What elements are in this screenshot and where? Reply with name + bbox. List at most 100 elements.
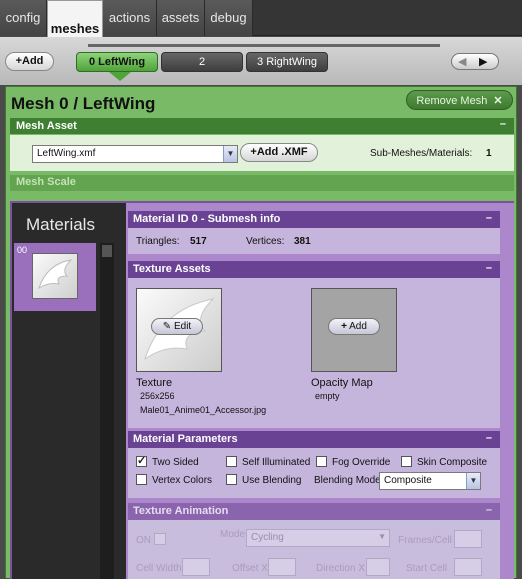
texture-animation-section: ON Mode Cycling ▼ Frames/Cell Cell Width… [128, 520, 500, 579]
texture-animation-header[interactable]: Texture Animation – [128, 503, 500, 520]
mesh-tab-0[interactable]: 0 LeftWing [76, 52, 158, 72]
two-sided-checkbox[interactable]: ✓ [136, 455, 147, 467]
opacity-map-slot[interactable]: + Add [311, 288, 397, 372]
add-mesh-label: Add [22, 55, 44, 67]
mesh-tab-nav: ◀ ▶ [451, 53, 499, 70]
check-icon: ✓ [137, 455, 147, 467]
mesh-file-select[interactable]: LeftWing.xmf ▼ [32, 145, 238, 163]
collapse-icon[interactable]: – [500, 118, 506, 130]
texture-animation-title: Texture Animation [133, 505, 229, 517]
material-index: 00 [17, 245, 28, 255]
remove-mesh-label: Remove Mesh [416, 95, 488, 107]
mesh-asset-header[interactable]: Mesh Asset – [10, 118, 514, 134]
tab-assets[interactable]: assets [157, 0, 205, 36]
mesh-scale-header[interactable]: Mesh Scale [10, 175, 514, 191]
texture-filename: Male01_Anime01_Accessor.jpg [140, 405, 267, 415]
collapse-icon[interactable]: – [486, 432, 492, 444]
scroll-left-icon[interactable]: ◀ [458, 55, 466, 68]
material-thumbnail-item[interactable]: 00 [14, 243, 96, 311]
use-blending-label: Use Blending [242, 475, 302, 486]
mesh-panel: Mesh 0 / LeftWing Remove Mesh ✕ Mesh Ass… [5, 86, 517, 579]
texture-assets-title: Texture Assets [133, 263, 211, 275]
mode-value: Cycling [251, 532, 284, 543]
chevron-down-icon: ▼ [223, 146, 237, 162]
collapse-icon[interactable]: – [486, 212, 492, 224]
material-parameters-title: Material Parameters [133, 433, 238, 445]
texture-size: 256x256 [140, 391, 175, 401]
materials-list: Materials 00 [12, 203, 126, 579]
edit-label: Edit [173, 321, 192, 332]
scroll-right-icon[interactable]: ▶ [479, 55, 487, 68]
start-cell-input[interactable] [454, 558, 482, 576]
blending-mode-label: Blending Mode [314, 475, 381, 486]
edit-texture-button[interactable]: ✎ Edit [151, 318, 203, 335]
active-tab-pointer-icon [109, 72, 131, 81]
animation-on-label: ON [136, 535, 151, 546]
material-parameters-header[interactable]: Material Parameters – [128, 431, 500, 448]
self-illuminated-checkbox[interactable] [226, 456, 237, 467]
animation-on-checkbox[interactable] [154, 533, 166, 545]
texture-thumbnail[interactable]: ✎ Edit [136, 288, 222, 372]
mesh-asset-title: Mesh Asset [16, 120, 77, 132]
add-opacity-map-button[interactable]: + Add [328, 318, 380, 335]
tab-debug[interactable]: debug [205, 0, 253, 36]
collapse-icon[interactable]: – [486, 504, 492, 516]
blending-mode-select[interactable]: Composite ▼ [379, 472, 481, 490]
collapse-icon[interactable]: – [486, 262, 492, 274]
blending-mode-value: Composite [384, 475, 432, 486]
vertices-label: Vertices: [246, 236, 285, 247]
cell-width-label: Cell Width [136, 563, 182, 574]
tab-config[interactable]: config [0, 0, 47, 36]
tab-actions[interactable]: actions [103, 0, 157, 36]
submesh-info-header[interactable]: Material ID 0 - Submesh info – [128, 211, 500, 228]
submesh-count-label: Sub-Meshes/Materials: [370, 148, 473, 159]
mesh-tab-2[interactable]: 2 [161, 52, 243, 72]
texture-assets-section: ✎ Edit Texture 256x256 Male01_Anime01_Ac… [128, 278, 500, 428]
scroll-thumb[interactable] [102, 245, 112, 257]
fog-override-label: Fog Override [332, 457, 391, 468]
page-title: Mesh 0 / LeftWing [11, 94, 156, 113]
triangles-label: Triangles: [136, 236, 180, 247]
wing-icon [38, 259, 73, 290]
texture-assets-header[interactable]: Texture Assets – [128, 261, 500, 278]
offset-x-input[interactable] [268, 558, 296, 576]
material-details: Material ID 0 - Submesh info – Triangles… [126, 203, 514, 579]
offset-x-label: Offset X [232, 563, 268, 574]
chevron-down-icon: ▼ [466, 473, 480, 489]
mesh-file-value: LeftWing.xmf [37, 148, 96, 159]
frames-cell-label: Frames/Cell [398, 535, 452, 546]
add-mesh-button[interactable]: +Add [5, 52, 54, 71]
mode-label: Mode [220, 529, 246, 540]
opacity-map-value: empty [315, 391, 340, 401]
materials-title: Materials [26, 215, 95, 234]
submesh-count-value: 1 [486, 148, 492, 159]
materials-scrollbar[interactable] [100, 243, 114, 579]
add-xmf-label: Add .XMF [256, 146, 308, 158]
frames-cell-input[interactable] [454, 530, 482, 548]
add-xmf-button[interactable]: +Add .XMF [240, 143, 318, 162]
fog-override-checkbox[interactable] [316, 456, 327, 467]
wing-texture-image [32, 253, 78, 299]
vertex-colors-label: Vertex Colors [152, 475, 213, 486]
plus-icon: + [341, 321, 347, 332]
use-blending-checkbox[interactable] [226, 474, 237, 485]
top-tab-bar: config meshes actions assets debug [0, 0, 522, 38]
skin-composite-checkbox[interactable] [401, 456, 412, 467]
remove-mesh-button[interactable]: Remove Mesh ✕ [406, 90, 513, 110]
submesh-info-title: Material ID 0 - Submesh info [133, 213, 281, 225]
mesh-tab-3[interactable]: 3 RightWing [246, 52, 328, 72]
mesh-asset-section: LeftWing.xmf ▼ +Add .XMF Sub-Meshes/Mate… [10, 135, 514, 171]
materials-panel: Materials 00 Material ID 0 - Submesh inf… [10, 201, 514, 579]
pencil-icon: ✎ [162, 321, 172, 332]
close-icon: ✕ [493, 95, 503, 107]
add-label: Add [349, 321, 367, 332]
cell-width-input[interactable] [182, 558, 210, 576]
mode-select[interactable]: Cycling ▼ [246, 529, 390, 547]
vertex-colors-checkbox[interactable] [136, 474, 147, 485]
mesh-tabs-scrollbar[interactable] [88, 44, 440, 47]
self-illuminated-label: Self Illuminated [242, 457, 311, 468]
tab-meshes[interactable]: meshes [47, 0, 103, 38]
skin-composite-label: Skin Composite [417, 457, 488, 468]
direction-x-input[interactable] [366, 558, 390, 576]
two-sided-label: Two Sided [152, 457, 199, 468]
